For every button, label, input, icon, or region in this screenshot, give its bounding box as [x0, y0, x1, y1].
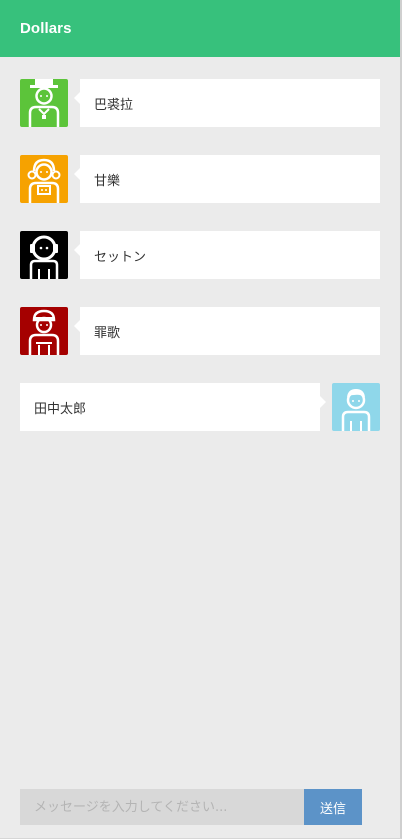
- message-bubble: 巴裘拉: [74, 79, 380, 127]
- message-bubble: 罪歌: [74, 307, 380, 355]
- chat-title: Dollars: [20, 20, 72, 37]
- message-input[interactable]: [20, 789, 304, 825]
- header-bar: Dollars: [0, 0, 400, 57]
- sender-name: 甘樂: [94, 173, 121, 189]
- pigtails-girl-icon[interactable]: [20, 155, 68, 203]
- message-bubble: 田中太郎: [20, 383, 326, 431]
- message-item: 罪歌: [0, 307, 400, 355]
- sender-name: 巴裘拉: [94, 97, 134, 113]
- message-bubble: 甘樂: [74, 155, 380, 203]
- message-item: セットン: [0, 231, 400, 279]
- sender-name: セットン: [94, 249, 147, 265]
- message-bubble: セットン: [74, 231, 380, 279]
- message-composer: 送信: [20, 789, 362, 825]
- nurse-girl-icon[interactable]: [20, 307, 68, 355]
- chat-window: Dollars 巴裘拉 甘樂 セットン 罪歌 田中太郎 メッセージを入力してくだ…: [0, 0, 402, 839]
- message-item-own: 田中太郎: [0, 383, 400, 431]
- boy-icon[interactable]: [332, 383, 380, 431]
- sender-name: 田中太郎: [34, 401, 87, 417]
- message-item: 甘樂: [0, 155, 400, 203]
- send-button[interactable]: 送信: [304, 789, 362, 825]
- sender-name: 罪歌: [94, 325, 121, 341]
- message-item: 巴裘拉: [0, 79, 400, 127]
- headphones-person-icon[interactable]: [20, 231, 68, 279]
- top-hat-gentleman-icon[interactable]: [20, 79, 68, 127]
